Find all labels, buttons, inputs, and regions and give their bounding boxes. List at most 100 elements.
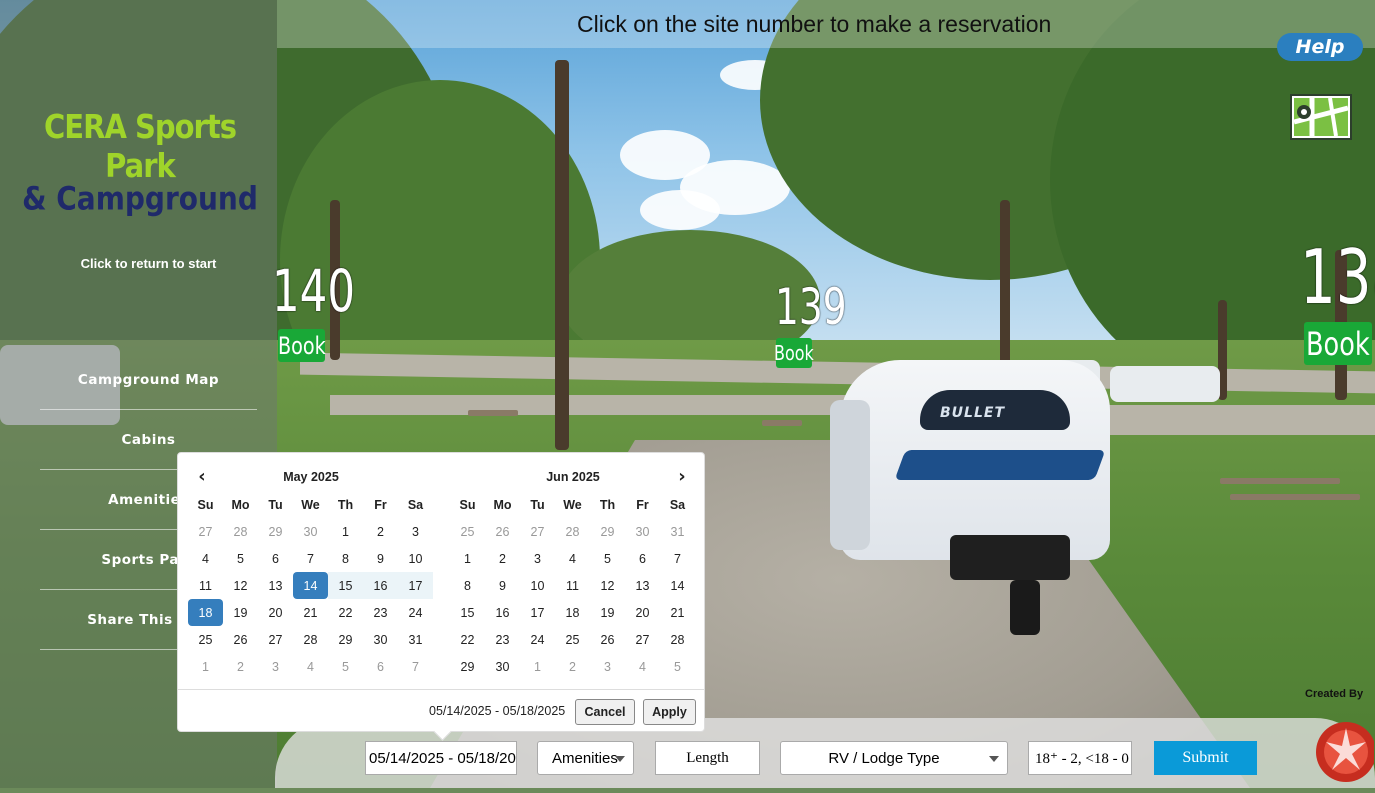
calendar-day[interactable]: 27: [188, 518, 223, 545]
calendar-day[interactable]: 27: [625, 626, 660, 653]
calendar-day[interactable]: 30: [363, 626, 398, 653]
calendar-day[interactable]: 24: [398, 599, 433, 626]
calendar-day[interactable]: 26: [223, 626, 258, 653]
calendar-day[interactable]: 3: [590, 653, 625, 680]
chevron-right-icon[interactable]: ›: [668, 463, 696, 491]
calendar-day[interactable]: 21: [293, 599, 328, 626]
calendar-day[interactable]: 1: [328, 518, 363, 545]
calendar-day[interactable]: 5: [223, 545, 258, 572]
amenities-select[interactable]: Amenities: [537, 741, 634, 775]
calendar-day[interactable]: 4: [625, 653, 660, 680]
calendar-day-selected[interactable]: 18: [188, 599, 223, 626]
calendar-day[interactable]: 31: [398, 626, 433, 653]
calendar-day[interactable]: 5: [660, 653, 695, 680]
guests-input[interactable]: 18⁺ - 2, <18 - 0: [1028, 741, 1132, 775]
site-number-138[interactable]: 138: [1300, 240, 1375, 315]
calendar-day[interactable]: 29: [590, 518, 625, 545]
calendar-day[interactable]: 28: [555, 518, 590, 545]
sidebar-item-campground-map[interactable]: Campground Map: [40, 350, 257, 410]
calendar-day[interactable]: 2: [223, 653, 258, 680]
calendar-day[interactable]: 9: [485, 572, 520, 599]
calendar-day[interactable]: 6: [363, 653, 398, 680]
cancel-button[interactable]: Cancel: [575, 699, 635, 725]
calendar-day[interactable]: 2: [485, 545, 520, 572]
calendar-day[interactable]: 8: [328, 545, 363, 572]
calendar-day[interactable]: 28: [660, 626, 695, 653]
calendar-day[interactable]: 11: [555, 572, 590, 599]
creator-logo-icon[interactable]: [1312, 712, 1375, 788]
calendar-day[interactable]: 2: [363, 518, 398, 545]
calendar-day[interactable]: 5: [590, 545, 625, 572]
date-range-input[interactable]: 05/14/2025 - 05/18/2025: [365, 741, 517, 775]
calendar-day[interactable]: 10: [398, 545, 433, 572]
calendar-day[interactable]: 30: [485, 653, 520, 680]
site-number-140[interactable]: 140: [272, 262, 355, 320]
calendar-day[interactable]: 4: [293, 653, 328, 680]
calendar-day[interactable]: 1: [188, 653, 223, 680]
calendar-day[interactable]: 17: [520, 599, 555, 626]
calendar-day[interactable]: 25: [450, 518, 485, 545]
calendar-day-selected[interactable]: 14: [293, 572, 328, 599]
apply-button[interactable]: Apply: [643, 699, 696, 725]
calendar-day[interactable]: 3: [258, 653, 293, 680]
calendar-day[interactable]: 26: [485, 518, 520, 545]
map-icon[interactable]: [1290, 94, 1352, 140]
book-button-140[interactable]: Book: [278, 329, 325, 362]
calendar-day[interactable]: 22: [328, 599, 363, 626]
calendar-day[interactable]: 6: [625, 545, 660, 572]
calendar-day[interactable]: 8: [450, 572, 485, 599]
calendar-day[interactable]: 29: [258, 518, 293, 545]
calendar-day[interactable]: 4: [188, 545, 223, 572]
calendar-day[interactable]: 11: [188, 572, 223, 599]
calendar-day[interactable]: 5: [328, 653, 363, 680]
calendar-day[interactable]: 22: [450, 626, 485, 653]
calendar-day[interactable]: 28: [223, 518, 258, 545]
calendar-day[interactable]: 16: [485, 599, 520, 626]
calendar-day[interactable]: 19: [590, 599, 625, 626]
calendar-day[interactable]: 24: [520, 626, 555, 653]
calendar-day[interactable]: 3: [520, 545, 555, 572]
site-number-139[interactable]: 139: [775, 282, 847, 332]
calendar-day[interactable]: 7: [660, 545, 695, 572]
calendar-day[interactable]: 7: [293, 545, 328, 572]
return-to-start-link[interactable]: Click to return to start: [0, 256, 297, 271]
calendar-day[interactable]: 2: [555, 653, 590, 680]
calendar-day[interactable]: 1: [520, 653, 555, 680]
calendar-day[interactable]: 12: [223, 572, 258, 599]
calendar-day[interactable]: 29: [450, 653, 485, 680]
calendar-day[interactable]: 1: [450, 545, 485, 572]
calendar-day[interactable]: 6: [258, 545, 293, 572]
help-button[interactable]: Help: [1277, 33, 1363, 61]
book-button-139[interactable]: Book: [774, 338, 814, 368]
calendar-day[interactable]: 30: [293, 518, 328, 545]
rv-type-select[interactable]: RV / Lodge Type: [780, 741, 1008, 775]
calendar-day[interactable]: 28: [293, 626, 328, 653]
calendar-day[interactable]: 3: [398, 518, 433, 545]
logo[interactable]: CERA Sports Park & Campground: [20, 107, 260, 218]
book-button-138[interactable]: Book: [1304, 322, 1372, 365]
calendar-day[interactable]: 7: [398, 653, 433, 680]
calendar-day[interactable]: 15: [450, 599, 485, 626]
calendar-day[interactable]: 14: [660, 572, 695, 599]
calendar-day[interactable]: 25: [555, 626, 590, 653]
chevron-left-icon[interactable]: ‹: [188, 463, 216, 491]
calendar-day[interactable]: 30: [625, 518, 660, 545]
calendar-day[interactable]: 31: [660, 518, 695, 545]
length-input[interactable]: Length: [655, 741, 760, 775]
calendar-day[interactable]: 27: [520, 518, 555, 545]
calendar-day[interactable]: 9: [363, 545, 398, 572]
calendar-day[interactable]: 13: [625, 572, 660, 599]
calendar-day[interactable]: 26: [590, 626, 625, 653]
calendar-day[interactable]: 18: [555, 599, 590, 626]
calendar-day[interactable]: 21: [660, 599, 695, 626]
calendar-day[interactable]: 13: [258, 572, 293, 599]
calendar-day[interactable]: 20: [625, 599, 660, 626]
calendar-day[interactable]: 12: [590, 572, 625, 599]
calendar-day[interactable]: 27: [258, 626, 293, 653]
calendar-day-in-range[interactable]: 15: [328, 572, 363, 599]
calendar-day-in-range[interactable]: 17: [398, 572, 433, 599]
calendar-day[interactable]: 25: [188, 626, 223, 653]
calendar-day[interactable]: 19: [223, 599, 258, 626]
calendar-day[interactable]: 10: [520, 572, 555, 599]
calendar-day[interactable]: 23: [363, 599, 398, 626]
